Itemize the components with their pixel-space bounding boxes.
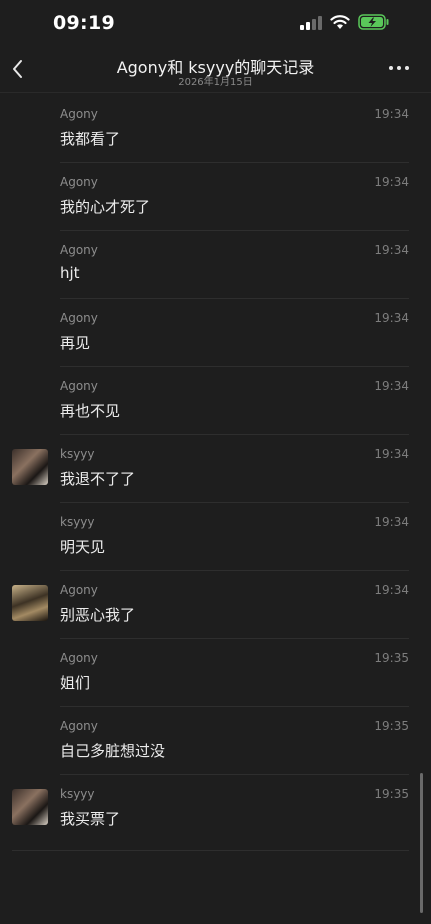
message-sender: Agony: [60, 311, 98, 325]
message-sender: Agony: [60, 719, 98, 733]
message-text: 再也不见: [60, 402, 121, 420]
message-text: 我买票了: [60, 810, 121, 828]
more-options-icon[interactable]: [388, 61, 410, 75]
message-text: 我都看了: [60, 130, 121, 148]
message-text: 自己多脏想过没: [60, 742, 166, 760]
message-sender: Agony: [60, 651, 98, 665]
message-item[interactable]: Agony 19:34 再也不见: [0, 367, 431, 435]
message-time: 19:35: [374, 787, 409, 801]
message-item[interactable]: Agony 19:34 hjt: [0, 231, 431, 299]
message-item[interactable]: Agony 19:35 姐们: [0, 639, 431, 707]
message-item[interactable]: ksyyy 19:34 明天见: [0, 503, 431, 571]
message-text: 再见: [60, 334, 91, 352]
message-time: 19:34: [374, 175, 409, 189]
message-sender: Agony: [60, 175, 98, 189]
message-text: 姐们: [60, 674, 91, 692]
message-time: 19:34: [374, 379, 409, 393]
message-sender: Agony: [60, 107, 98, 121]
cellular-signal-icon: [300, 16, 322, 30]
message-time: 19:35: [374, 651, 409, 665]
message-item[interactable]: ksyyy 19:34 我退不了了: [0, 435, 431, 503]
message-text: hjt: [60, 264, 80, 282]
scrollbar[interactable]: [420, 773, 423, 913]
message-item[interactable]: Agony 19:35 自己多脏想过没: [0, 707, 431, 775]
message-sender: Agony: [60, 379, 98, 393]
avatar[interactable]: [12, 789, 48, 825]
list-end-divider: [12, 850, 409, 851]
message-sender: ksyyy: [60, 515, 95, 529]
message-text: 我的心才死了: [60, 198, 151, 216]
message-time: 19:34: [374, 447, 409, 461]
message-sender: ksyyy: [60, 447, 95, 461]
message-time: 19:34: [374, 243, 409, 257]
message-time: 19:34: [374, 107, 409, 121]
message-item[interactable]: Agony 19:34 我的心才死了: [0, 163, 431, 231]
nav-bar: Agony和 ksyyy的聊天记录 2026年1月15日: [0, 48, 431, 93]
message-text: 我退不了了: [60, 470, 136, 488]
message-text: 别恶心我了: [60, 606, 136, 624]
message-sender: ksyyy: [60, 787, 95, 801]
battery-charging-icon: [358, 14, 389, 30]
message-list: Agony 19:34 我都看了 Agony 19:34 我的心才死了 Agon…: [0, 95, 431, 843]
message-time: 19:34: [374, 583, 409, 597]
message-item[interactable]: Agony 19:34 再见: [0, 299, 431, 367]
status-bar: 09:19: [0, 0, 431, 48]
avatar[interactable]: [12, 585, 48, 621]
message-time: 19:35: [374, 719, 409, 733]
message-text: 明天见: [60, 538, 106, 556]
avatar[interactable]: [12, 449, 48, 485]
message-time: 19:34: [374, 311, 409, 325]
message-sender: Agony: [60, 583, 98, 597]
page-subtitle: 2026年1月15日: [178, 77, 253, 88]
wifi-icon: [330, 15, 350, 29]
status-time: 09:19: [53, 12, 115, 34]
message-item[interactable]: Agony 19:34 我都看了: [0, 95, 431, 163]
message-item[interactable]: Agony 19:34 别恶心我了: [0, 571, 431, 639]
message-time: 19:34: [374, 515, 409, 529]
message-item[interactable]: ksyyy 19:35 我买票了: [0, 775, 431, 843]
message-sender: Agony: [60, 243, 98, 257]
